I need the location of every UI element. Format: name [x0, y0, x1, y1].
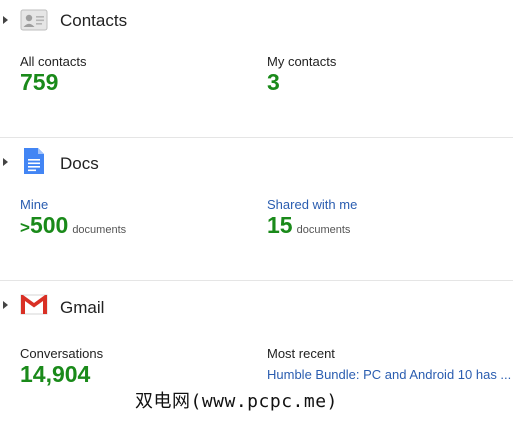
my-contacts-count: 3 [267, 69, 280, 95]
gmail-expand-toggle-icon[interactable] [3, 301, 8, 309]
shared-docs-count: 15 [267, 212, 293, 238]
shared-docs-unit: documents [296, 224, 351, 236]
conversations-stat[interactable]: Conversations 14,904 [20, 346, 103, 387]
all-contacts-label: All contacts [20, 54, 87, 69]
my-contacts-label: My contacts [267, 54, 337, 69]
contacts-title[interactable]: Contacts [60, 11, 127, 31]
most-recent-email-link[interactable]: Humble Bundle: PC and Android 10 has ... [267, 367, 513, 382]
docs-expand-toggle-icon[interactable] [3, 158, 8, 166]
docs-section: Docs Mine >500 documents Shared with me 1… [0, 138, 513, 280]
contacts-expand-toggle-icon[interactable] [3, 16, 8, 24]
most-recent-stat: Most recent Humble Bundle: PC and Androi… [267, 346, 513, 382]
mine-label[interactable]: Mine [20, 197, 126, 212]
docs-title[interactable]: Docs [60, 154, 99, 174]
watermark: 双电网(www.pcpc.me) [132, 387, 341, 413]
mine-docs-stat[interactable]: Mine >500 documents [20, 197, 126, 243]
shared-with-me-label[interactable]: Shared with me [267, 197, 357, 212]
contacts-section: Contacts All contacts 759 My contacts 3 [0, 0, 513, 137]
gmail-title[interactable]: Gmail [60, 298, 104, 318]
most-recent-label: Most recent [267, 346, 335, 361]
conversations-count: 14,904 [20, 361, 91, 387]
mine-docs-count: 500 [29, 212, 69, 238]
mine-prefix: > [20, 218, 30, 237]
gmail-envelope-icon [20, 294, 48, 320]
mine-docs-unit: documents [72, 224, 127, 236]
shared-docs-stat[interactable]: Shared with me 15 documents [267, 197, 357, 243]
all-contacts-count: 759 [20, 69, 59, 95]
my-contacts-stat[interactable]: My contacts 3 [267, 54, 336, 95]
contacts-card-icon [20, 9, 48, 36]
docs-document-icon [23, 147, 45, 180]
conversations-label: Conversations [20, 346, 104, 361]
all-contacts-stat[interactable]: All contacts 759 [20, 54, 86, 95]
